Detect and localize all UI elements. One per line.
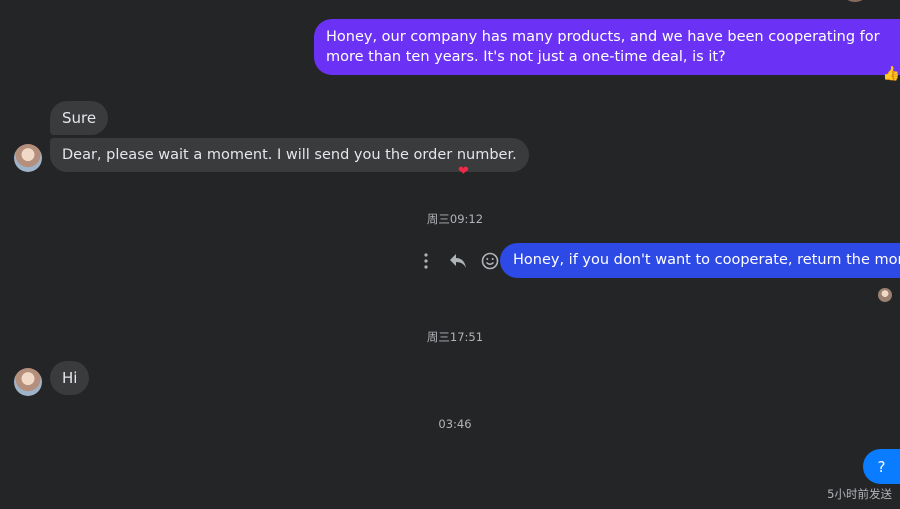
incoming-message[interactable]: Hi	[50, 361, 90, 395]
outgoing-message[interactable]: Honey, if you don't want to cooperate, r…	[500, 243, 900, 278]
contact-avatar[interactable]	[14, 144, 42, 172]
read-receipt-avatar	[878, 288, 892, 302]
contact-avatar-partial	[840, 0, 870, 2]
timestamp: 03:46	[438, 417, 472, 431]
heart-reaction-icon[interactable]: ❤	[458, 164, 469, 179]
timestamp: 周三17:51	[426, 330, 484, 344]
reply-icon[interactable]	[448, 251, 468, 271]
timestamp: 周三09:12	[426, 212, 484, 226]
thumbs-up-reaction-icon[interactable]: 👍	[883, 66, 900, 82]
outgoing-message[interactable]: ?	[863, 449, 900, 484]
incoming-message[interactable]: Sure	[50, 101, 109, 135]
incoming-message[interactable]: Dear, please wait a moment. I will send …	[50, 138, 529, 172]
sent-status: 5小时前发送	[827, 487, 892, 501]
message-actions	[416, 251, 500, 271]
more-vertical-icon[interactable]	[416, 251, 436, 271]
contact-avatar[interactable]	[14, 368, 42, 396]
smiley-icon[interactable]	[480, 251, 500, 271]
outgoing-message[interactable]: Honey, our company has many products, an…	[314, 19, 900, 75]
